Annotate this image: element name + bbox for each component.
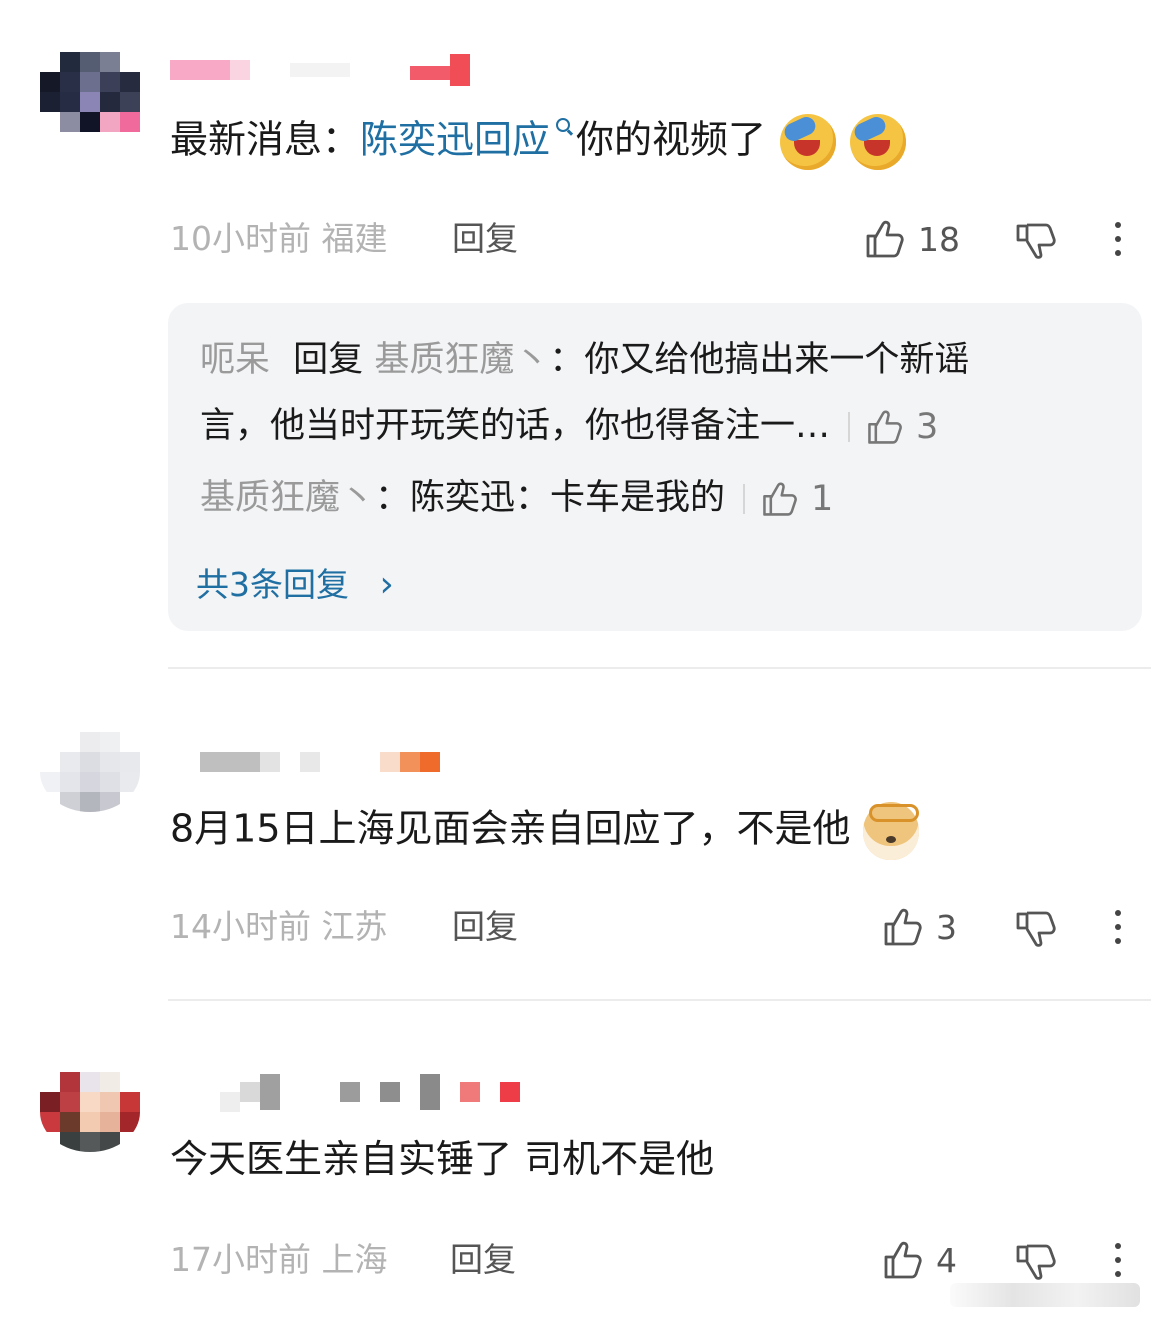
comment-time-location: 10小时前 福建	[170, 219, 388, 258]
divider	[743, 484, 746, 514]
thumbs-up-icon	[884, 908, 922, 946]
reply-thread: 呃呆 回复 基质狂魔丶：你又给他搞出来一个新谣 言，他当时开玩笑的话，你也得备注…	[168, 303, 1142, 631]
comment-text: 最新消息：陈奕迅回应 你的视频了	[170, 114, 1131, 170]
reply-item-continued: 言，他当时开玩笑的话，你也得备注一… 3	[200, 402, 938, 451]
reply-button[interactable]: 回复	[452, 217, 518, 261]
laughing-crying-emoji-icon	[780, 114, 837, 170]
chevron-right-icon: ›	[379, 564, 394, 605]
search-link[interactable]: 陈奕迅回应	[360, 118, 550, 162]
reply-text: 言，他当时开玩笑的话，你也得备注一…	[200, 406, 831, 446]
thumbs-up-icon	[763, 482, 797, 516]
comment-meta: 17小时前 上海 回复	[170, 1238, 1151, 1282]
avatar[interactable]	[40, 1072, 140, 1152]
reply-text: ：陈奕迅：卡车是我的	[375, 478, 726, 518]
reply-like-button[interactable]: 3	[864, 403, 938, 451]
divider	[848, 412, 851, 442]
comment-meta: 10小时前 福建 回复	[170, 217, 1151, 261]
reply-author[interactable]: 呃呆	[200, 340, 270, 380]
username-redacted[interactable]	[170, 742, 440, 782]
comment-meta: 14小时前 江苏 回复	[170, 905, 1151, 949]
like-count: 18	[918, 219, 960, 259]
reply-text: ：你又给他搞出来一个新谣	[549, 340, 970, 380]
comment-time-location: 14小时前 江苏	[170, 907, 388, 946]
divider	[168, 999, 1151, 1001]
reply-target[interactable]: 基质狂魔丶	[374, 340, 549, 380]
like-button[interactable]: 18	[862, 217, 960, 261]
comment-text-content: 今天医生亲自实锤了 司机不是他	[170, 1137, 715, 1181]
thumbs-up-icon	[866, 220, 904, 258]
like-count: 4	[936, 1240, 957, 1280]
reply-like-count: 3	[916, 407, 939, 447]
search-icon[interactable]	[550, 114, 576, 148]
comment-text: 今天医生亲自实锤了 司机不是他	[170, 1134, 1131, 1184]
like-button[interactable]: 3	[880, 905, 957, 949]
username-redacted[interactable]	[170, 1072, 520, 1112]
comment-text-plain: 最新消息：	[170, 117, 361, 162]
like-count: 3	[936, 907, 957, 947]
reply-button[interactable]: 回复	[452, 905, 518, 949]
like-button[interactable]: 4	[880, 1238, 957, 1282]
comment-text-after: 你的视频了	[576, 117, 767, 162]
reply-item[interactable]: 基质狂魔丶：陈奕迅：卡车是我的 1	[200, 474, 833, 523]
more-options-icon[interactable]	[1115, 222, 1123, 264]
thumbs-up-icon	[884, 1241, 922, 1279]
watermark-overlay	[950, 1283, 1140, 1307]
thumbs-down-icon[interactable]	[1014, 907, 1058, 951]
thumbs-up-icon	[868, 410, 902, 444]
reply-author[interactable]: 基质狂魔丶	[200, 478, 375, 518]
comment-time-location: 17小时前 上海	[170, 1240, 388, 1279]
more-options-icon[interactable]	[1115, 1243, 1123, 1285]
avatar[interactable]	[40, 732, 140, 812]
comment-text: 8月15日上海见面会亲自回应了，不是他	[170, 802, 1131, 860]
reply-like-button[interactable]: 1	[759, 475, 833, 523]
reply-word: 回复	[293, 340, 364, 380]
view-all-replies-link[interactable]: 共3条回复 ›	[196, 561, 394, 609]
thumbs-down-icon[interactable]	[1014, 219, 1058, 263]
more-options-icon[interactable]	[1115, 910, 1123, 952]
avatar[interactable]	[40, 52, 140, 132]
username-redacted[interactable]	[170, 50, 470, 90]
comment-text-content: 8月15日上海见面会亲自回应了，不是他	[170, 806, 851, 851]
reply-like-count: 1	[811, 479, 834, 519]
divider	[168, 667, 1151, 669]
thumbs-down-icon[interactable]	[1014, 1240, 1058, 1284]
reply-button[interactable]: 回复	[450, 1238, 516, 1282]
laughing-crying-emoji-icon	[850, 114, 907, 170]
reply-item[interactable]: 呃呆 回复 基质狂魔丶：你又给他搞出来一个新谣	[200, 336, 969, 384]
doge-emoji-icon	[862, 802, 919, 860]
